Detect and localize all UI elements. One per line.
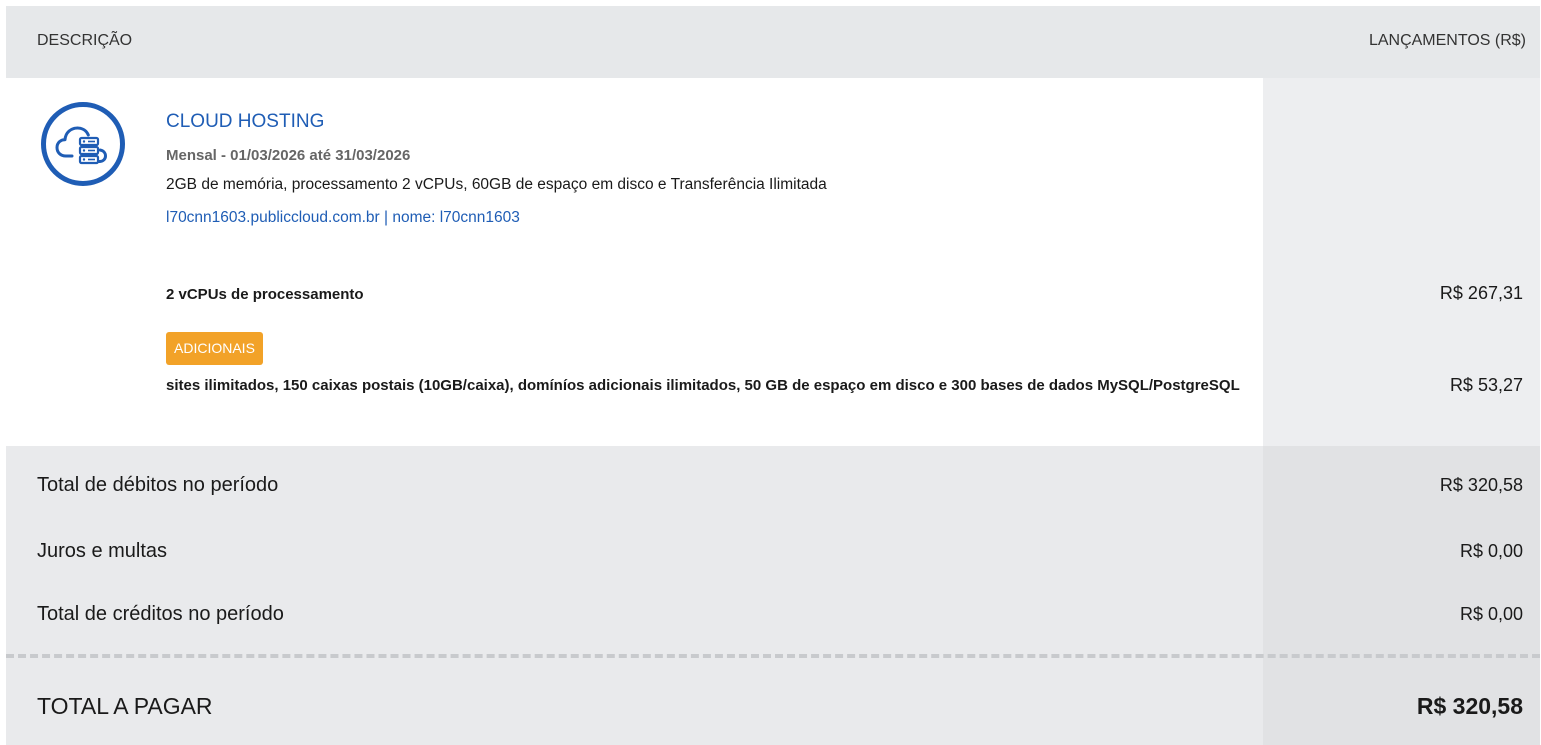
cloud-server-icon [41, 102, 125, 186]
summary-row-credits: Total de créditos no período R$ 0,00 [6, 603, 1540, 627]
product-name: CLOUD HOSTING [166, 111, 325, 132]
total-value: R$ 320,58 [1416, 693, 1523, 719]
summary-row-interest: Juros e multas R$ 0,00 [6, 540, 1540, 564]
line-item-label: 2 vCPUs de processamento [166, 286, 364, 303]
summary-label: Total de débitos no período [37, 474, 279, 496]
product-specs: 2GB de memória, processamento 2 vCPUs, 6… [166, 176, 827, 193]
total-label: TOTAL A PAGAR [37, 693, 213, 719]
billing-period: Mensal - 01/03/2026 até 31/03/2026 [166, 147, 411, 164]
host-link[interactable]: l70cnn1603.publiccloud.com.br | nome: l7… [166, 209, 520, 227]
summary-row-debits: Total de débitos no período R$ 320,58 [6, 474, 1540, 498]
description-column-header: DESCRIÇÃO [37, 32, 133, 49]
line-item-value: R$ 267,31 [1439, 283, 1523, 303]
table-header: DESCRIÇÃO LANÇAMENTOS (R$) [6, 6, 1540, 78]
summary-value: R$ 320,58 [1439, 475, 1523, 495]
summary-value: R$ 0,00 [1459, 604, 1523, 624]
summary-label: Juros e multas [37, 540, 168, 562]
summary-label: Total de créditos no período [37, 603, 284, 625]
additionals-badge: ADICIONAIS [166, 332, 263, 365]
dashed-divider [6, 654, 1540, 658]
invoice-statement: DESCRIÇÃO LANÇAMENTOS (R$) CLOUD HOSTING… [6, 6, 1540, 745]
launches-column-header: LANÇAMENTOS (R$) [1368, 32, 1526, 49]
totals-summary: Total de débitos no período R$ 320,58 Ju… [6, 446, 1540, 745]
line-items: CLOUD HOSTING Mensal - 01/03/2026 até 31… [6, 78, 1540, 446]
line-item-value: R$ 53,27 [1449, 375, 1523, 395]
summary-value: R$ 0,00 [1459, 541, 1523, 561]
line-item-label: sites ilimitados, 150 caixas postais (10… [166, 377, 1240, 394]
